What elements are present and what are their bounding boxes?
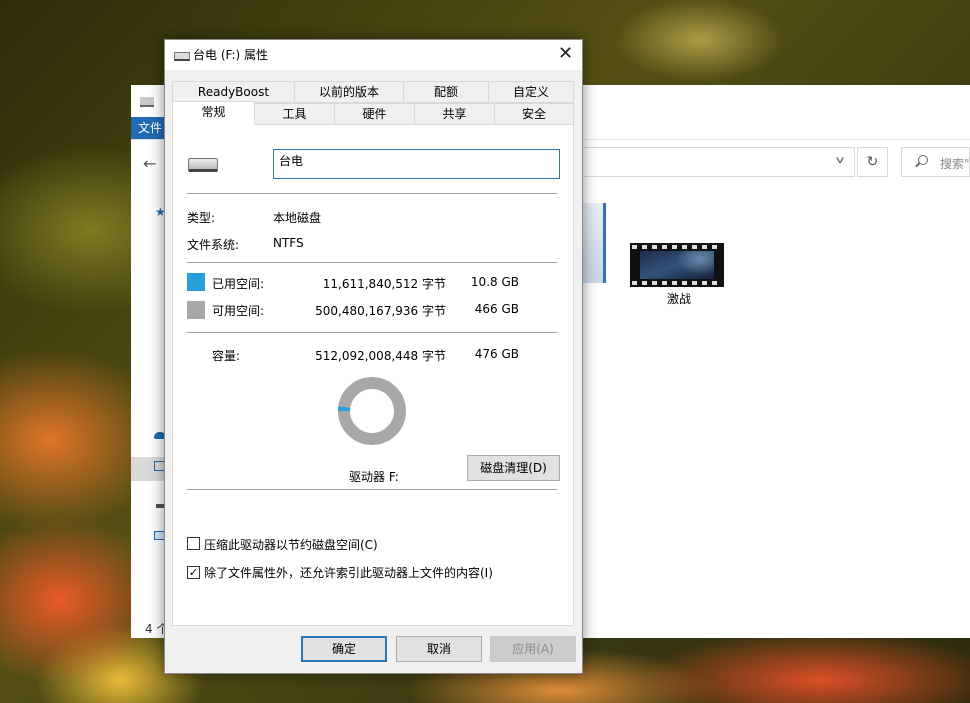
usb-drive-icon[interactable] <box>156 504 164 508</box>
dialog-title: 台电 (F:) 属性 <box>193 48 269 62</box>
donut-free-segment <box>338 377 406 445</box>
properties-dialog: 台电 (F:) 属性 ✕ ReadyBoost 以前的版本 配额 自定义 工具 … <box>164 39 583 674</box>
back-arrow-icon[interactable]: ← <box>143 154 156 173</box>
drive-icon <box>174 52 190 61</box>
search-icon <box>918 155 928 165</box>
file-name-label[interactable]: 激战 <box>667 290 691 307</box>
volume-name-input[interactable]: 台电 <box>273 149 560 179</box>
video-file-icon[interactable] <box>630 243 724 287</box>
tab-security[interactable]: 安全 <box>494 103 574 125</box>
capacity-size: 476 GB <box>474 347 519 361</box>
used-space-label: 已用空间: <box>212 277 265 291</box>
tab-sharing[interactable]: 共享 <box>414 103 495 125</box>
compress-checkbox[interactable] <box>187 537 200 550</box>
disk-cleanup-button[interactable]: 磁盘清理(D) <box>467 455 560 481</box>
separator <box>187 489 557 490</box>
address-bar[interactable] <box>583 147 855 177</box>
refresh-button[interactable]: ↻ <box>857 147 888 177</box>
tab-readyboost[interactable]: ReadyBoost <box>172 81 295 103</box>
tab-tools[interactable]: 工具 <box>254 103 335 125</box>
capacity-label: 容量: <box>212 349 241 363</box>
tab-previous-versions[interactable]: 以前的版本 <box>294 81 404 103</box>
close-icon[interactable]: ✕ <box>558 43 573 64</box>
cancel-button[interactable]: 取消 <box>396 636 482 662</box>
filesystem-label: 文件系统: <box>187 238 240 252</box>
type-label: 类型: <box>187 211 216 225</box>
tab-quota[interactable]: 配额 <box>403 81 489 103</box>
index-checkbox[interactable]: ✓ <box>187 566 200 579</box>
separator <box>187 262 557 263</box>
drive-letter-label: 驱动器 F: <box>349 470 399 484</box>
search-placeholder: 搜索" <box>940 157 970 171</box>
ok-button[interactable]: 确定 <box>301 636 387 662</box>
used-space-size: 10.8 GB <box>470 275 519 289</box>
free-space-label: 可用空间: <box>212 304 265 318</box>
file-thumbnail[interactable] <box>583 203 606 283</box>
used-space-swatch <box>187 273 205 291</box>
capacity-bytes: 512,092,008,448 字节 <box>315 349 446 363</box>
ribbon-file-tab[interactable]: 文件 <box>131 117 165 139</box>
tab-general[interactable]: 常规 <box>172 101 255 125</box>
type-value: 本地磁盘 <box>273 211 322 225</box>
compress-checkbox-label[interactable]: 压缩此驱动器以节约磁盘空间(C) <box>204 536 378 553</box>
drive-icon <box>140 97 154 107</box>
index-checkbox-label[interactable]: 除了文件属性外，还允许索引此驱动器上文件的内容(I) <box>204 564 493 581</box>
separator <box>187 193 557 194</box>
filesystem-value: NTFS <box>273 236 304 250</box>
separator <box>187 332 557 333</box>
free-space-bytes: 500,480,167,936 字节 <box>315 304 446 318</box>
apply-button[interactable]: 应用(A) <box>490 636 576 662</box>
tab-customize[interactable]: 自定义 <box>488 81 574 103</box>
used-space-bytes: 11,611,840,512 字节 <box>322 277 446 291</box>
drive-icon <box>188 158 218 172</box>
tab-hardware[interactable]: 硬件 <box>334 103 415 125</box>
free-space-size: 466 GB <box>474 302 519 316</box>
disk-usage-donut <box>338 377 406 445</box>
chevron-down-icon[interactable]: v <box>836 155 844 166</box>
free-space-swatch <box>187 301 205 319</box>
